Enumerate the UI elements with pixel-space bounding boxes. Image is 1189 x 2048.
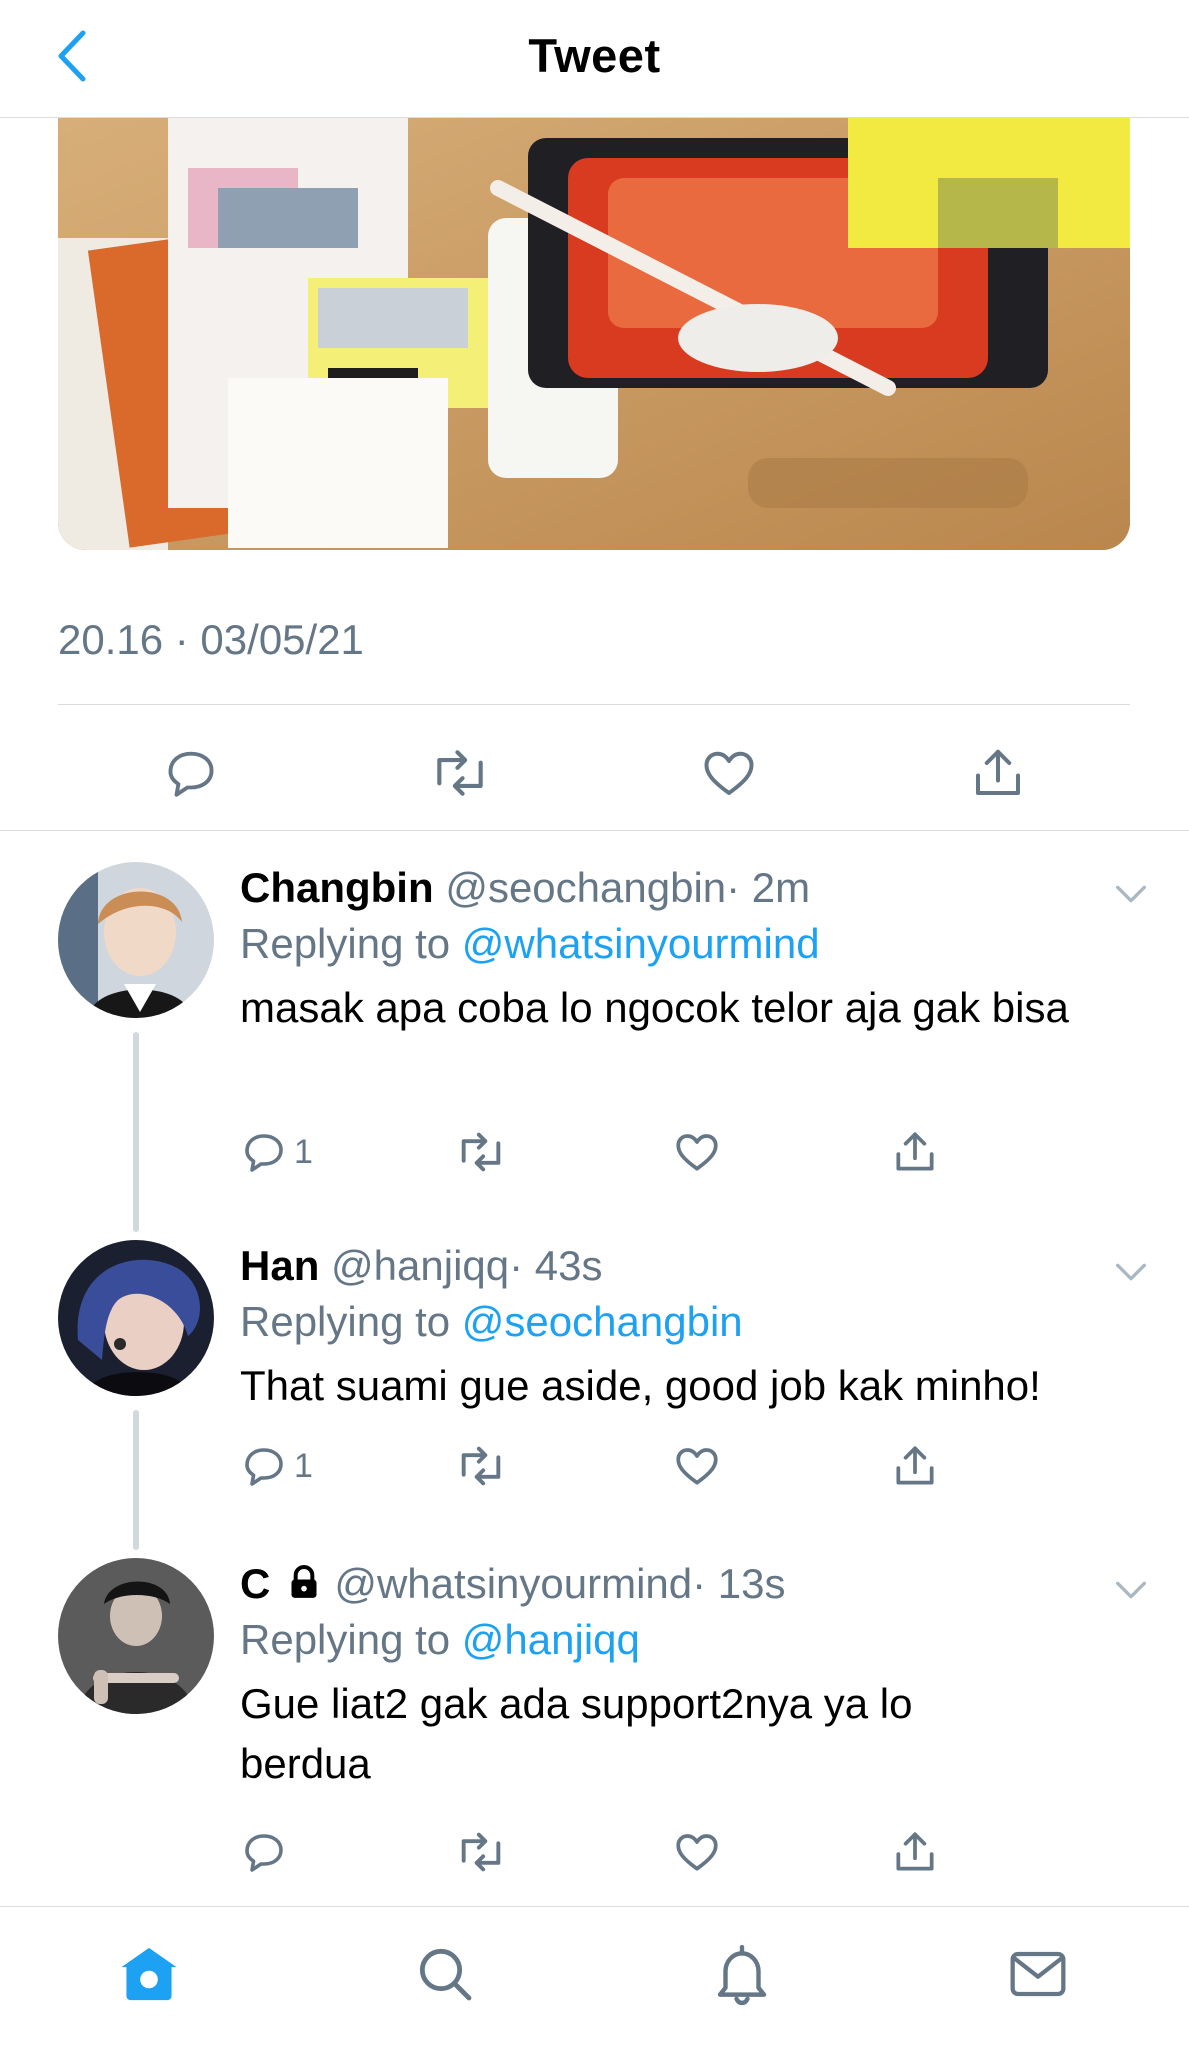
avatar-image [58,1240,214,1396]
divider [58,704,1130,705]
replying-to-label: Replying to [240,920,451,967]
retweet-button[interactable] [455,1436,507,1496]
tweet-action-bar [58,720,1130,820]
thread-connector [133,1410,139,1550]
tweet-text: masak apa coba lo ngocok telor aja gak b… [240,984,1069,1031]
avatar[interactable] [58,1240,214,1396]
reply-button[interactable]: 1 [240,1436,313,1496]
home-icon [121,1947,177,2001]
tweet-time: · 13s [692,1560,786,1607]
thread-connector [133,1032,139,1232]
reply-action-bar [240,1822,980,1882]
reply-action-bar: 1 [240,1122,980,1182]
share-icon [896,1132,934,1171]
comment-icon [245,1448,283,1486]
divider [0,830,1189,831]
lock-icon [291,1564,317,1598]
chevron-down-icon[interactable] [1111,1570,1151,1610]
heart-icon [676,1448,718,1485]
tweet-text: Gue liat2 gak ada support2nya ya lo berd… [240,1680,913,1787]
comment-icon [245,1834,283,1872]
replying-to-label: Replying to [240,1298,451,1345]
tweet-timestamp: 20.16 · 03/05/21 [58,616,364,663]
reply-tweet[interactable]: Han @hanjiqq· 43s Replying to @seochangb… [0,1240,1189,1550]
user-handle[interactable]: @hanjiqq [331,1242,509,1289]
avatar-image [58,862,214,1018]
share-button[interactable] [890,1436,940,1496]
retweet-button[interactable] [425,738,495,808]
share-icon [976,749,1020,795]
share-icon [896,1446,934,1485]
user-display-name[interactable]: Han [240,1242,319,1289]
chevron-down-icon[interactable] [1111,874,1151,914]
avatar-image [58,1558,214,1714]
retweet-button[interactable] [455,1122,507,1182]
replying-to-link[interactable]: @whatsinyourmind [462,920,820,967]
like-button[interactable] [694,738,764,808]
bottom-tab-bar [0,1906,1189,2048]
user-display-name[interactable]: Changbin [240,864,434,911]
replying-to-link[interactable]: @seochangbin [462,1298,743,1345]
like-button[interactable] [672,1822,722,1882]
like-button[interactable] [672,1436,722,1496]
page-title: Tweet [528,29,661,82]
retweet-icon [437,750,483,796]
reply-action-bar: 1 [240,1436,980,1496]
chevron-down-icon[interactable] [1111,1252,1151,1292]
heart-icon [676,1834,718,1871]
reply-button[interactable]: 1 [240,1122,313,1182]
reply-tweet[interactable]: C @whatsinyourmind· 13s Replying to @han… [0,1558,1189,1898]
bell-icon [717,1944,767,2006]
user-handle[interactable]: @whatsinyourmind [334,1560,692,1607]
share-button[interactable] [890,1822,940,1882]
tweet-photo-image [58,118,1130,550]
user-display-name[interactable]: C [240,1560,270,1607]
replying-to-label: Replying to [240,1616,451,1663]
tab-home[interactable] [114,1939,184,2009]
retweet-icon [461,1132,501,1172]
avatar[interactable] [58,862,214,1018]
share-button[interactable] [890,1122,940,1182]
like-button[interactable] [672,1122,722,1182]
tab-messages[interactable] [1003,1939,1073,2009]
reply-tweet[interactable]: Changbin @seochangbin· 2m Replying to @w… [0,862,1189,1232]
comment-icon [168,751,214,797]
replying-to-link[interactable]: @hanjiqq [462,1616,640,1663]
tweet-photo[interactable] [58,118,1130,550]
avatar[interactable] [58,1558,214,1714]
tweet-time: · 2m [726,864,811,911]
retweet-icon [461,1446,501,1486]
retweet-icon [461,1832,501,1872]
heart-icon [676,1134,718,1171]
mail-icon [1010,1951,1066,1997]
reply-count: 1 [294,1446,313,1485]
tweet-text: That suami gue aside, good job kak minho… [240,1362,1041,1409]
share-button[interactable] [963,738,1033,808]
tab-notifications[interactable] [707,1939,777,2009]
top-navigation-bar: Tweet [0,0,1189,118]
tweet-time: · 43s [509,1242,603,1289]
reply-button[interactable] [240,1822,294,1882]
user-handle[interactable]: @seochangbin [445,864,726,911]
reply-count: 1 [294,1132,313,1171]
search-icon [419,1948,472,2001]
share-icon [896,1832,934,1871]
comment-icon [245,1134,283,1172]
heart-icon [704,751,754,795]
reply-button[interactable] [156,738,226,808]
tab-search[interactable] [410,1939,480,2009]
retweet-button[interactable] [455,1822,507,1882]
